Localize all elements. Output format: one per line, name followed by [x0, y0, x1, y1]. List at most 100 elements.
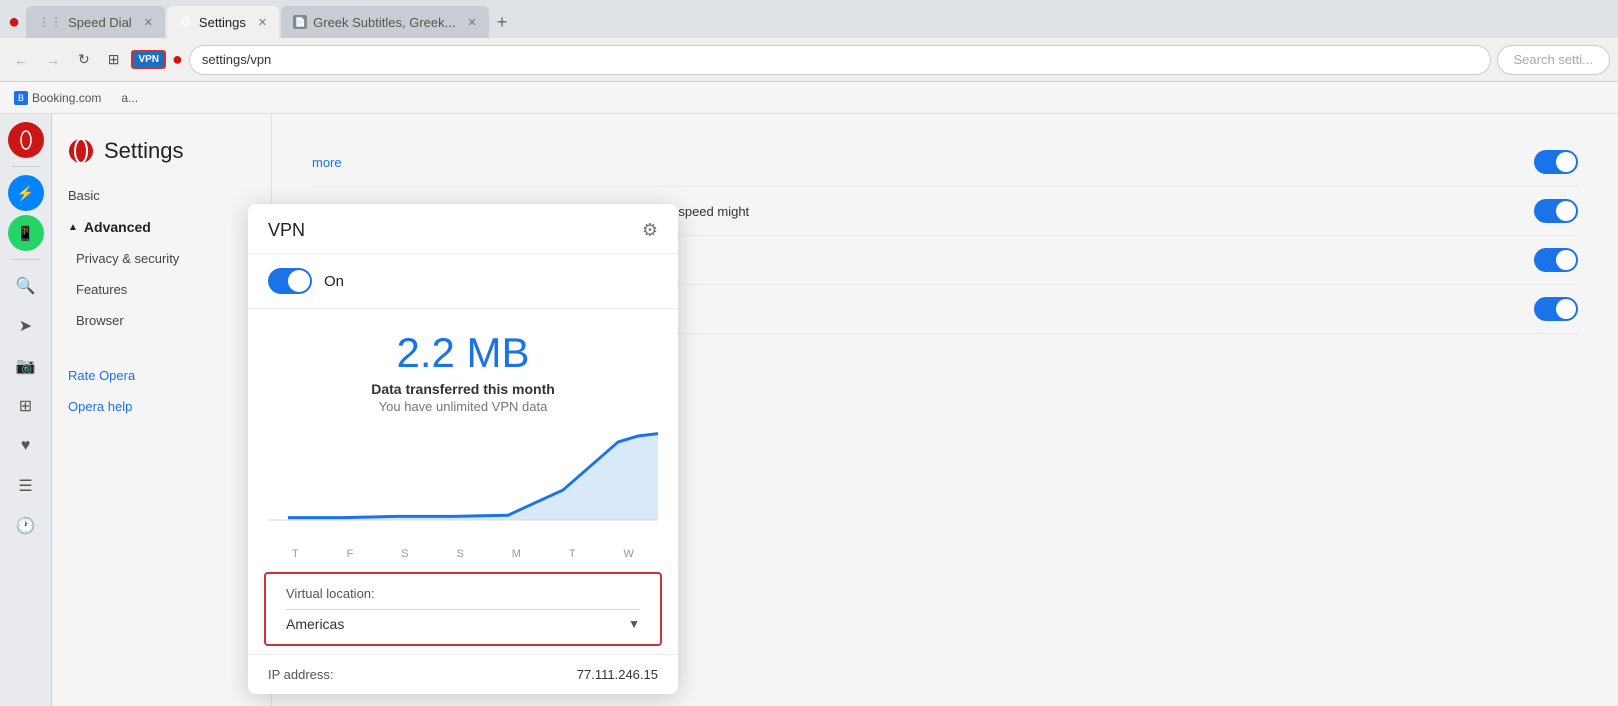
chart-label-t1: T [292, 548, 299, 560]
toggle-3[interactable] [1534, 248, 1578, 272]
vpn-ip-label: IP address: [268, 667, 334, 682]
whatsapp-icon: 📱 [17, 225, 34, 242]
sidebar-messenger[interactable]: ⚡ [8, 175, 44, 211]
camera-icon: 📷 [16, 356, 36, 376]
heart-icon: ♥ [21, 437, 31, 455]
url-text: settings/vpn [202, 52, 271, 67]
chart-label-f: F [347, 548, 354, 560]
add-tab-button[interactable]: + [491, 12, 514, 33]
vpn-chart [248, 424, 678, 544]
apps-icon: ⊞ [19, 396, 32, 416]
nav-browser[interactable]: Browser [52, 305, 271, 336]
greek-close[interactable]: ✕ [467, 16, 476, 29]
settings-title: Settings [52, 130, 271, 180]
toggle-4[interactable] [1534, 297, 1578, 321]
speed-dial-close[interactable]: ✕ [144, 16, 153, 29]
vpn-data-label: Data transferred this month [268, 381, 658, 397]
advanced-arrow: ▲ [68, 222, 78, 233]
settings-tab-label: Settings [199, 15, 246, 30]
vpn-header: VPN ⚙ [248, 204, 678, 254]
vpn-chart-labels: T F S S M T W [248, 544, 678, 564]
vpn-location-chevron[interactable]: ▼ [628, 617, 640, 631]
forward-button[interactable]: → [40, 48, 66, 72]
vpn-data-sublabel: You have unlimited VPN data [268, 399, 658, 414]
tab-settings[interactable]: ⚙ Settings ✕ [167, 6, 279, 38]
settings-close[interactable]: ✕ [258, 16, 267, 29]
toggle-knob-2 [1556, 201, 1576, 221]
address-bar[interactable]: settings/vpn [189, 45, 1491, 75]
back-button[interactable]: ← [8, 48, 34, 72]
sidebar-camera[interactable]: 📷 [8, 348, 44, 384]
vpn-data-amount: 2.2 MB [268, 329, 658, 377]
toggle-1[interactable] [1534, 150, 1578, 174]
sidebar-icons: ⚡ 📱 🔍 ➤ 📷 ⊞ ♥ ☰ 🕐 [0, 114, 52, 706]
clock-icon: 🕐 [16, 516, 36, 536]
tab-bar: ● ⋮⋮ Speed Dial ✕ ⚙ Settings ✕ 📄 Greek S… [0, 0, 1618, 38]
nav-features[interactable]: Features [52, 274, 271, 305]
sidebar-divider-2 [12, 259, 40, 260]
vpn-location-value: Americas [286, 616, 344, 632]
vpn-location-section: Virtual location: Americas ▼ [264, 572, 662, 646]
tab-speed-dial[interactable]: ⋮⋮ Speed Dial ✕ [26, 6, 165, 38]
chart-label-m: M [512, 548, 521, 560]
toggle-knob-4 [1556, 299, 1576, 319]
search-icon: 🔍 [16, 276, 36, 296]
nav-rate-opera[interactable]: Rate Opera [52, 360, 271, 391]
toggle-knob-1 [1556, 152, 1576, 172]
sidebar-search[interactable]: 🔍 [8, 268, 44, 304]
opera-settings-logo [68, 138, 94, 164]
sidebar-opera-logo[interactable] [8, 122, 44, 158]
booking-label: Booking.com [32, 91, 101, 105]
sidebar-send[interactable]: ➤ [8, 308, 44, 344]
vpn-ip-value: 77.111.246.15 [577, 667, 658, 682]
bookmark-a[interactable]: a... [115, 89, 144, 107]
vpn-popup: VPN ⚙ On 2.2 MB Data transferred this mo… [248, 204, 678, 694]
search-settings-button[interactable]: Search setti... [1497, 45, 1610, 75]
bookmark-booking[interactable]: B Booking.com [8, 89, 107, 107]
send-icon: ➤ [19, 316, 32, 336]
vpn-title: VPN [268, 220, 305, 241]
chart-label-s1: S [401, 548, 408, 560]
speed-dial-icon: ⋮⋮ [38, 15, 62, 29]
toggle-knob-3 [1556, 250, 1576, 270]
booking-favicon: B [14, 91, 28, 105]
nav-opera-help[interactable]: Opera help [52, 391, 271, 422]
nav-advanced[interactable]: ▲ Advanced [52, 211, 271, 243]
settings-favicon: ⚙ [179, 15, 193, 29]
vpn-toggle[interactable] [268, 268, 312, 294]
nav-bar: ← → ↻ ⊞ VPN ● settings/vpn Search setti.… [0, 38, 1618, 82]
reload-button[interactable]: ↻ [72, 47, 96, 72]
vpn-badge[interactable]: VPN [131, 50, 166, 69]
vpn-data-section: 2.2 MB Data transferred this month You h… [248, 309, 678, 424]
sidebar-divider-1 [12, 166, 40, 167]
chart-label-s2: S [457, 548, 464, 560]
vpn-location-label: Virtual location: [286, 586, 640, 601]
chart-label-w: W [624, 548, 634, 560]
nav-privacy-security[interactable]: Privacy & security [52, 243, 271, 274]
sidebar-heart[interactable]: ♥ [8, 428, 44, 464]
main-area: ⚡ 📱 🔍 ➤ 📷 ⊞ ♥ ☰ 🕐 [0, 114, 1618, 706]
toggle-2[interactable] [1534, 199, 1578, 223]
speed-dial-label: Speed Dial [68, 15, 132, 30]
bookmark-a-label: a... [121, 91, 138, 105]
opera-icon: ● [172, 49, 183, 70]
greek-favicon: 📄 [293, 15, 307, 29]
tab-greek[interactable]: 📄 Greek Subtitles, Greek... ✕ [281, 6, 489, 38]
settings-row-1: more [312, 138, 1578, 187]
vpn-on-label: On [324, 273, 344, 290]
vpn-toggle-knob [288, 270, 310, 292]
layout-button[interactable]: ⊞ [102, 47, 126, 72]
messenger-icon: ⚡ [17, 185, 34, 202]
vpn-select-row: Americas ▼ [286, 609, 640, 632]
vpn-toggle-row: On [248, 254, 678, 309]
nav-basic[interactable]: Basic [52, 180, 271, 211]
sidebar-apps[interactable]: ⊞ [8, 388, 44, 424]
bookmarks-bar: B Booking.com a... [0, 82, 1618, 114]
vpn-ip-row: IP address: 77.111.246.15 [248, 654, 678, 694]
opera-tab-logo[interactable]: ● [8, 11, 20, 34]
sidebar-whatsapp[interactable]: 📱 [8, 215, 44, 251]
vpn-gear-icon[interactable]: ⚙ [642, 220, 658, 241]
sidebar-list[interactable]: ☰ [8, 468, 44, 504]
sidebar-clock[interactable]: 🕐 [8, 508, 44, 544]
more-link[interactable]: more [312, 155, 342, 170]
